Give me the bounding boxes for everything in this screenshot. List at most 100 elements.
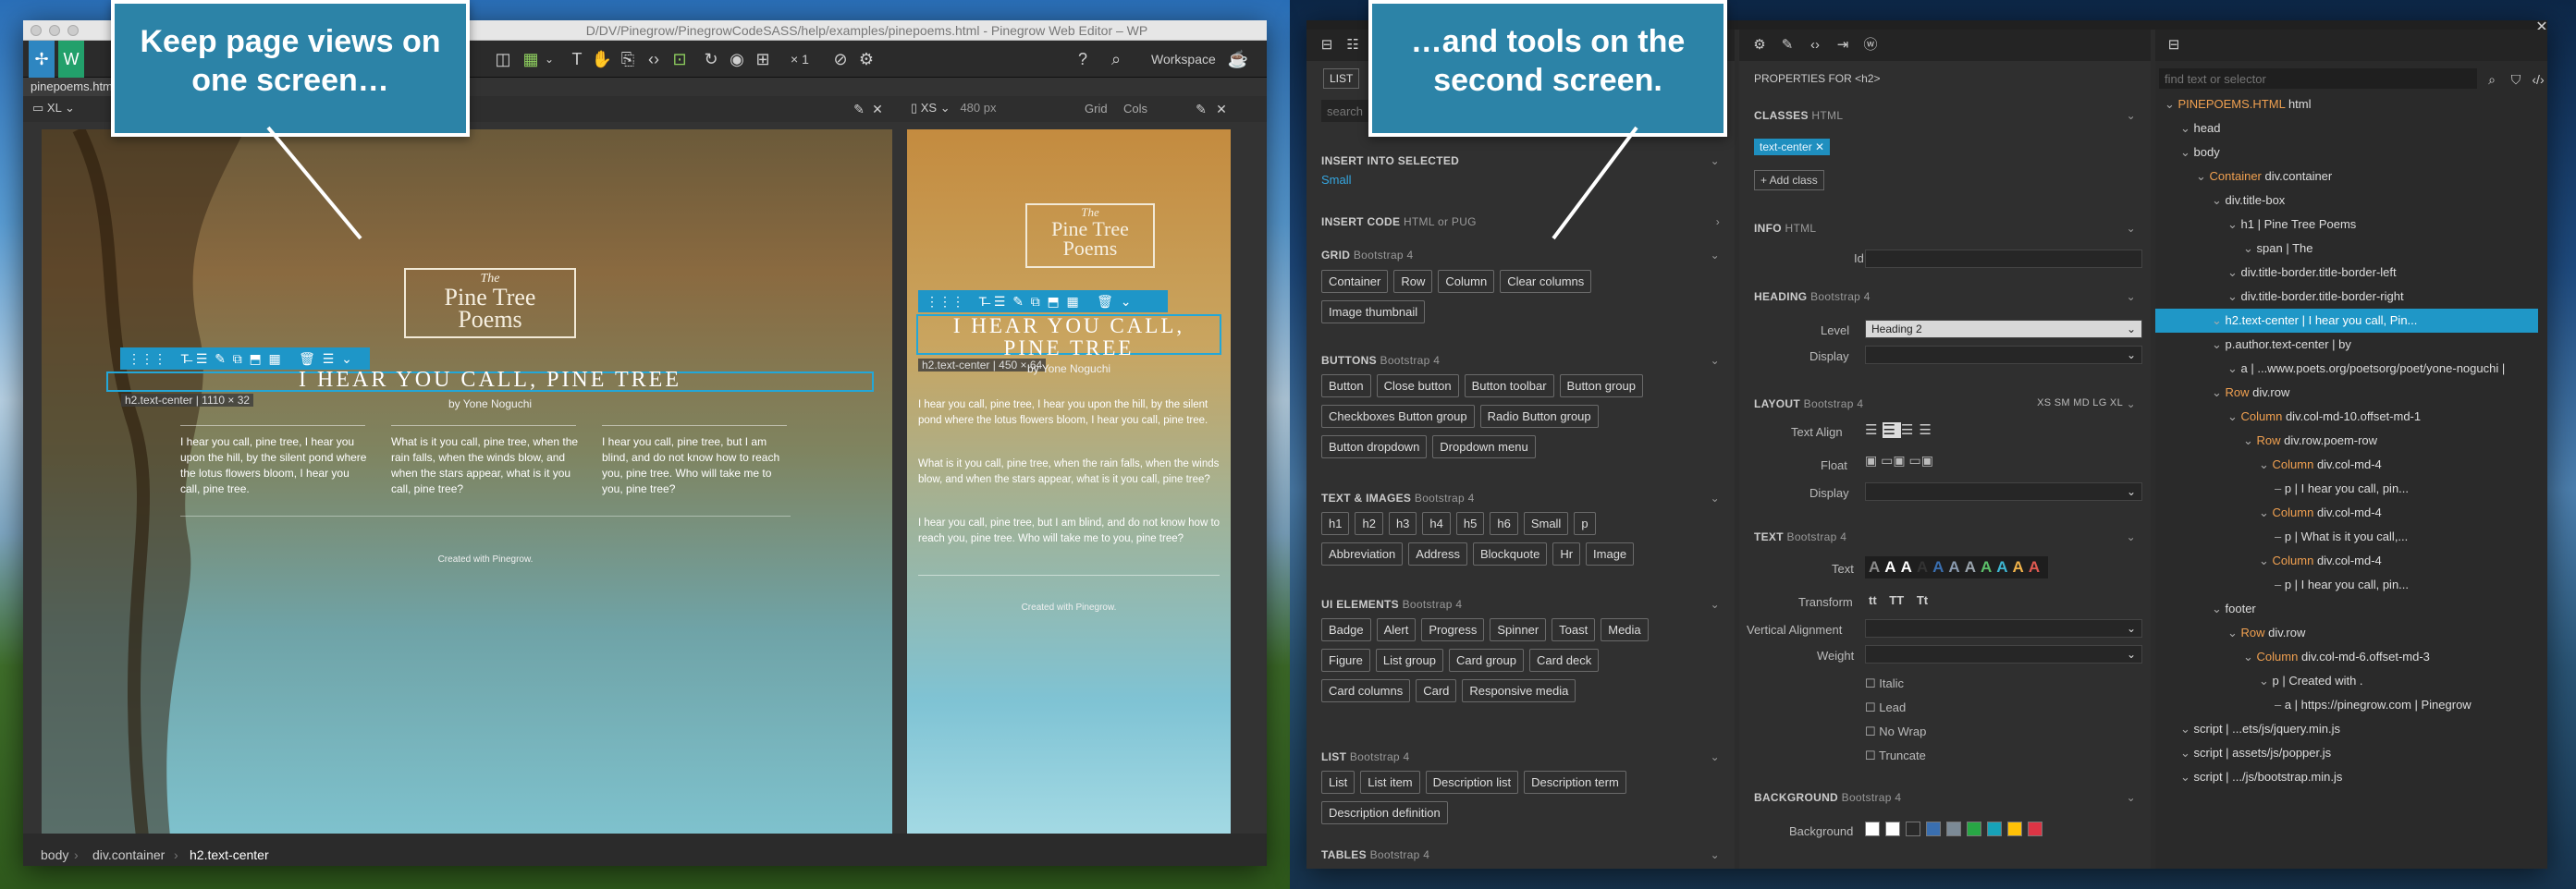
tree-toggle-icon[interactable]: ⌄ bbox=[2259, 505, 2273, 519]
tree-toggle-icon[interactable]: ⌄ bbox=[2212, 313, 2226, 327]
lib-list[interactable]: List bbox=[1321, 771, 1355, 794]
display-select[interactable]: ⌄ bbox=[1865, 346, 2142, 364]
insert-code-chevron-icon[interactable]: › bbox=[1716, 215, 1720, 228]
zoom-icon[interactable]: ⌕ bbox=[1103, 41, 1129, 78]
tree-node[interactable]: – p | I hear you call, pin... bbox=[2155, 477, 2538, 501]
poem-col-2[interactable]: What is it you call, pine tree, when the… bbox=[391, 434, 581, 497]
float-buttons[interactable]: ▣ ▭▣ ▭▣ bbox=[1865, 453, 1933, 469]
poem-col-3[interactable]: I hear you call, pine tree, but I am bli… bbox=[602, 434, 791, 497]
tables-header[interactable]: TABLES Bootstrap 4 ⌄ bbox=[1321, 848, 1720, 861]
tree-toggle-icon[interactable]: ⌄ bbox=[2212, 385, 2226, 399]
transform-upper[interactable]: TT bbox=[1889, 593, 1904, 607]
lib-button-toolbar[interactable]: Button toolbar bbox=[1464, 374, 1554, 397]
multiplier-label[interactable]: × 1 bbox=[791, 41, 809, 78]
desktop-size-select[interactable]: ▭ XL ⌄ bbox=[32, 101, 75, 116]
author-line[interactable]: by Yone Noguchi bbox=[106, 397, 874, 410]
page-heading[interactable]: I HEAR YOU CALL, PINE TREE bbox=[106, 368, 874, 393]
tree-toggle-icon[interactable]: ⌄ bbox=[2243, 433, 2257, 447]
ui-elements-chevron-icon[interactable]: ⌄ bbox=[1711, 598, 1720, 611]
background-swatch[interactable] bbox=[1906, 821, 1920, 836]
grid-view-icon[interactable]: ◫ bbox=[490, 41, 516, 78]
text-align-buttons[interactable]: ☰☰☰☰ bbox=[1865, 421, 1937, 438]
tree-toggle-icon[interactable]: ⌄ bbox=[2227, 289, 2241, 303]
transform-capitalize[interactable]: Tt bbox=[1917, 593, 1928, 607]
tree-node[interactable]: ⌄ script | .../js/bootstrap.min.js bbox=[2155, 765, 2538, 789]
mobile-canvas[interactable]: The Pine Tree Poems ⋮⋮⋮ T̶ ☰ ✎ ⧉ ⬒ ▦ 🗑 ⌄… bbox=[907, 129, 1231, 845]
text-color-swatch[interactable]: A bbox=[1996, 558, 2007, 576]
tree-node[interactable]: ⌄ div.title-border.title-border-right bbox=[2155, 285, 2538, 309]
text-size-icon[interactable]: T bbox=[564, 41, 590, 78]
background-swatch[interactable] bbox=[1865, 821, 1880, 836]
tree-toggle-icon[interactable]: ⌄ bbox=[2212, 337, 2226, 351]
wordpress-icon[interactable]: W bbox=[58, 41, 84, 78]
export-icon[interactable]: ⊞ bbox=[750, 41, 776, 78]
tree-node[interactable]: ⌄ Container div.container bbox=[2155, 164, 2538, 189]
inspect-icon[interactable]: ⊡ bbox=[667, 41, 693, 78]
tree-toggle-icon[interactable]: ⌄ bbox=[2212, 193, 2226, 207]
list-tab[interactable]: LIST bbox=[1323, 68, 1360, 89]
background-swatch[interactable] bbox=[1926, 821, 1941, 836]
tree-search[interactable] bbox=[2159, 68, 2477, 89]
tree-node[interactable]: ⌄ Column div.col-md-4 bbox=[2155, 501, 2538, 525]
heading-header[interactable]: HEADING Bootstrap 4 ⌄ bbox=[1754, 290, 2136, 303]
layout-header[interactable]: LAYOUT Bootstrap 4 XS SM MD LG XL ⌄ bbox=[1754, 397, 2136, 410]
lib-small[interactable]: Small bbox=[1523, 512, 1569, 535]
lib-h2[interactable]: h2 bbox=[1355, 512, 1383, 535]
lib-button[interactable]: Button bbox=[1321, 374, 1371, 397]
grid-chevron-icon[interactable]: ⌄ bbox=[1711, 249, 1720, 262]
valign-select[interactable]: ⌄ bbox=[1865, 619, 2142, 638]
help-icon[interactable]: ? bbox=[1070, 41, 1096, 78]
grid-toggle[interactable]: Grid bbox=[1085, 102, 1108, 116]
tree-toggle-icon[interactable]: ⌄ bbox=[2180, 145, 2194, 159]
lib-alert[interactable]: Alert bbox=[1376, 618, 1417, 641]
text-color-swatch[interactable]: A bbox=[1981, 558, 1992, 576]
tree-node[interactable]: ⌄ a | ...www.poets.org/poetsorg/poet/yon… bbox=[2155, 357, 2538, 381]
tree-node[interactable]: ⌄ h1 | Pine Tree Poems bbox=[2155, 213, 2538, 237]
refresh-icon[interactable]: ↻ bbox=[698, 41, 724, 78]
close-mobile-view-icon[interactable]: ✕ bbox=[1208, 96, 1234, 122]
tree-toggle-icon[interactable]: ⌄ bbox=[2259, 554, 2273, 567]
code-tab-icon[interactable]: ‹› bbox=[1802, 30, 1828, 61]
text-color-swatches[interactable]: AAAAAAAAAAA bbox=[1865, 556, 2049, 578]
transform-lower[interactable]: tt bbox=[1869, 593, 1877, 607]
lib-progress[interactable]: Progress bbox=[1421, 618, 1485, 641]
mobile-poem-1[interactable]: I hear you call, pine tree, I hear you u… bbox=[918, 397, 1223, 429]
tree-node[interactable]: ⌄ Column div.col-md-10.offset-md-1 bbox=[2155, 405, 2538, 429]
text-color-swatch[interactable]: A bbox=[1869, 558, 1880, 576]
text-color-swatch[interactable]: A bbox=[1901, 558, 1912, 576]
text-images-header[interactable]: TEXT & IMAGES Bootstrap 4 ⌄ bbox=[1321, 492, 1720, 505]
lib-dropdown-menu[interactable]: Dropdown menu bbox=[1432, 435, 1536, 458]
lead-checkbox[interactable]: ☐ Lead bbox=[1865, 700, 1906, 715]
text-color-swatch[interactable]: A bbox=[1884, 558, 1895, 576]
lib-spinner[interactable]: Spinner bbox=[1490, 618, 1547, 641]
lib-media[interactable]: Media bbox=[1601, 618, 1649, 641]
tree-toggle-icon[interactable]: ⌄ bbox=[2227, 626, 2241, 639]
mobile-footer-credit[interactable]: Created with Pinegrow. bbox=[918, 603, 1220, 613]
text-color-swatch[interactable]: A bbox=[2029, 558, 2040, 576]
id-input[interactable] bbox=[1865, 250, 2142, 268]
nowrap-checkbox[interactable]: ☐ No Wrap bbox=[1865, 725, 1926, 739]
transform-buttons[interactable]: tt TT Tt bbox=[1869, 593, 1928, 607]
pinegrow-logo-icon[interactable]: ✢ bbox=[29, 41, 55, 78]
text-images-chevron-icon[interactable]: ⌄ bbox=[1711, 492, 1720, 505]
tree-toggle-icon[interactable]: ⌄ bbox=[2243, 650, 2257, 664]
lib-close-button[interactable]: Close button bbox=[1376, 374, 1459, 397]
tree-toggle-icon[interactable]: – bbox=[2275, 481, 2285, 495]
preview-icon[interactable]: ◉ bbox=[724, 41, 750, 78]
tree-toggle-icon[interactable]: – bbox=[2275, 578, 2285, 591]
breakpoint-selector[interactable]: XS SM MD LG XL bbox=[2037, 397, 2123, 408]
info-chevron-icon[interactable]: ⌄ bbox=[2127, 222, 2136, 235]
lib-p[interactable]: p bbox=[1574, 512, 1596, 535]
tree-node[interactable]: ⌄ Column div.col-md-6.offset-md-3 bbox=[2155, 645, 2538, 669]
remove-class-icon[interactable]: ✕ bbox=[1815, 140, 1824, 153]
mobile-size-select[interactable]: ▯ XS ⌄ 480 px bbox=[911, 101, 997, 116]
list-header[interactable]: LIST Bootstrap 4 ⌄ bbox=[1321, 750, 1720, 763]
tree-toggle-icon[interactable]: ⌄ bbox=[2243, 241, 2257, 255]
close-dot[interactable] bbox=[31, 25, 42, 36]
lib-h3[interactable]: h3 bbox=[1388, 512, 1417, 535]
lib-h5[interactable]: h5 bbox=[1455, 512, 1485, 535]
buttons-header[interactable]: BUTTONS Bootstrap 4 ⌄ bbox=[1321, 354, 1720, 367]
buttons-chevron-icon[interactable]: ⌄ bbox=[1711, 354, 1720, 367]
mobile-site-logo[interactable]: The Pine Tree Poems bbox=[1025, 203, 1155, 268]
lib-toast[interactable]: Toast bbox=[1552, 618, 1596, 641]
